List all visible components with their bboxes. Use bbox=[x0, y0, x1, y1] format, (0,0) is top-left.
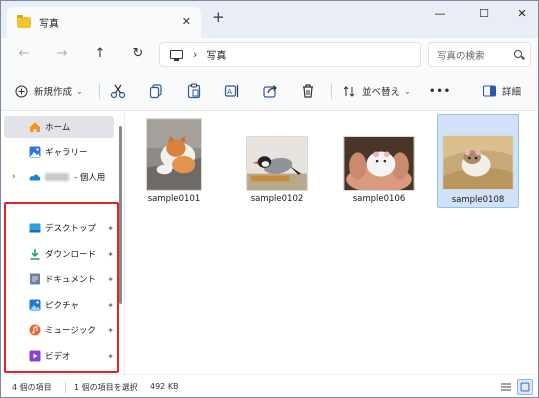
folder-icon bbox=[17, 15, 31, 28]
toolbar-divider bbox=[331, 83, 332, 99]
refresh-button[interactable]: ↻ bbox=[128, 44, 148, 64]
nav-item-label: - 個人用 bbox=[74, 173, 106, 183]
details-button[interactable]: 詳細 bbox=[483, 81, 521, 101]
cut-icon[interactable] bbox=[109, 82, 127, 100]
breadcrumb-photos[interactable]: 写真 bbox=[206, 47, 226, 62]
nav-item-onedrive[interactable]: › - 個人用 bbox=[4, 166, 114, 188]
share-icon[interactable] bbox=[261, 82, 279, 100]
forward-button[interactable]: → bbox=[52, 44, 72, 64]
address-row: ← → ↑ ↻ › 写真 写真の検索 bbox=[1, 38, 538, 71]
details-label: 詳細 bbox=[502, 87, 522, 98]
minimize-button[interactable]: — bbox=[425, 5, 455, 23]
search-icon bbox=[514, 50, 522, 58]
chevron-down-icon: ⌄ bbox=[404, 86, 411, 96]
file-name: sample0106 bbox=[352, 194, 406, 204]
chevron-down-icon: ⌄ bbox=[76, 86, 83, 96]
new-button[interactable]: 新規作成 ⌄ bbox=[15, 81, 83, 101]
thumbnail-hamster-hand bbox=[343, 136, 415, 191]
file-name: sample0102 bbox=[250, 194, 304, 204]
nav-item-label: ホーム bbox=[45, 123, 71, 133]
nav-item-gallery[interactable]: ギャラリー bbox=[4, 141, 114, 163]
toolbar-divider bbox=[99, 83, 100, 99]
sort-button[interactable]: 並べ替え ⌄ bbox=[343, 81, 411, 101]
more-options-button[interactable]: ••• bbox=[429, 81, 451, 101]
gallery-icon bbox=[29, 146, 41, 158]
redacted-name bbox=[45, 173, 69, 181]
details-pane-icon bbox=[483, 85, 496, 97]
tab-close-icon[interactable]: ✕ bbox=[182, 15, 191, 28]
paste-icon[interactable] bbox=[185, 82, 203, 100]
details-view-icon[interactable] bbox=[498, 379, 514, 395]
address-bar[interactable]: › 写真 bbox=[159, 42, 421, 67]
item-count: 4 個の項目 bbox=[12, 383, 52, 392]
nav-item-home[interactable]: ホーム bbox=[4, 116, 114, 138]
sort-icon bbox=[343, 85, 355, 97]
expand-chevron-icon[interactable]: › bbox=[12, 172, 16, 182]
file-item[interactable]: sample0101 bbox=[133, 114, 215, 208]
rename-icon[interactable]: A bbox=[223, 82, 241, 100]
command-bar: 新規作成 ⌄ A 並べ替え ⌄ ••• 詳細 bbox=[1, 71, 538, 111]
file-list: sample0101 sample0102 sample0106 sample0… bbox=[125, 112, 538, 374]
breadcrumb-separator[interactable]: › bbox=[193, 48, 197, 61]
maximize-button[interactable]: ☐ bbox=[469, 5, 499, 23]
status-bar: 4 個の項目 1 個の項目を選択 492 KB bbox=[1, 374, 538, 397]
file-item-selected[interactable]: sample0108 bbox=[437, 114, 519, 208]
svg-text:A: A bbox=[227, 88, 232, 96]
copy-icon[interactable] bbox=[147, 82, 165, 100]
nav-item-label: ギャラリー bbox=[45, 148, 88, 158]
home-icon bbox=[30, 122, 40, 132]
title-bar: 写真 ✕ + — ☐ ✕ bbox=[1, 1, 538, 38]
file-explorer-window: 写真 ✕ + — ☐ ✕ ← → ↑ ↻ › 写真 写真の検索 新規作成 ⌄ A… bbox=[0, 0, 539, 398]
this-pc-icon[interactable] bbox=[170, 50, 183, 61]
selection-size: 492 KB bbox=[150, 382, 179, 391]
close-button[interactable]: ✕ bbox=[507, 5, 537, 23]
new-label: 新規作成 bbox=[34, 87, 73, 98]
file-item[interactable]: sample0102 bbox=[236, 114, 318, 208]
quick-access-highlight bbox=[4, 202, 119, 373]
up-button[interactable]: ↑ bbox=[90, 44, 110, 64]
thumbnail-bird bbox=[246, 136, 308, 191]
plus-circle-icon bbox=[15, 85, 28, 97]
thumbnail-hamster bbox=[442, 135, 514, 190]
tab-title: 写真 bbox=[39, 19, 59, 30]
file-item[interactable]: sample0106 bbox=[338, 114, 420, 208]
nav-scrollbar[interactable] bbox=[119, 126, 122, 304]
sort-label: 並べ替え bbox=[362, 87, 401, 98]
tab-photos[interactable]: 写真 ✕ bbox=[7, 7, 201, 38]
more-icon: ••• bbox=[429, 85, 452, 97]
back-button[interactable]: ← bbox=[14, 44, 34, 64]
file-name: sample0108 bbox=[451, 195, 505, 205]
large-icons-view-icon[interactable] bbox=[517, 379, 533, 395]
new-tab-button[interactable]: + bbox=[212, 10, 225, 25]
delete-icon[interactable] bbox=[299, 82, 317, 100]
thumbnail-cat bbox=[146, 118, 202, 191]
file-name: sample0101 bbox=[147, 194, 201, 204]
status-divider bbox=[65, 382, 66, 393]
search-input[interactable]: 写真の検索 bbox=[437, 48, 485, 62]
selection-count: 1 個の項目を選択 bbox=[74, 383, 138, 392]
onedrive-icon bbox=[29, 174, 41, 181]
search-box[interactable]: 写真の検索 bbox=[428, 42, 531, 67]
